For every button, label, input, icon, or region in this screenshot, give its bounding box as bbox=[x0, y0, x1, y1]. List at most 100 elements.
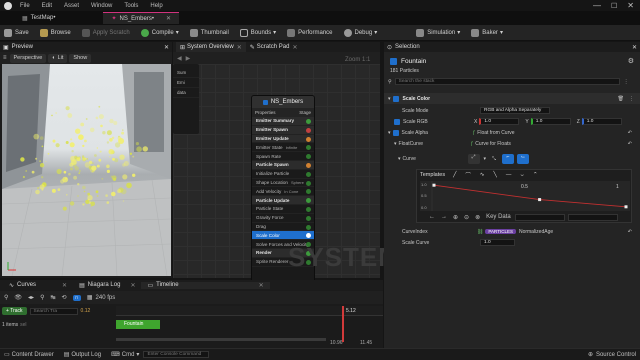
playback-icon[interactable]: ◂▸ bbox=[28, 294, 34, 301]
frame-icon[interactable]: ▦ bbox=[87, 294, 93, 301]
curve-view-button[interactable]: ⌐ bbox=[502, 153, 515, 164]
add-key-icon[interactable]: ⊕ bbox=[453, 214, 458, 221]
snap-icon[interactable]: 👁 bbox=[14, 294, 22, 301]
tab-testmap[interactable]: ▦ TestMap• bbox=[14, 12, 63, 24]
curve-key[interactable] bbox=[432, 183, 436, 187]
module-enable-icon[interactable] bbox=[306, 136, 311, 142]
module-header[interactable]: ▾ Scale Color 🗑 ⋮ bbox=[384, 93, 640, 104]
tab-curves[interactable]: ∿ Curves ✕ bbox=[3, 282, 73, 289]
reset-icon[interactable]: ↶ bbox=[628, 229, 632, 235]
forward-icon[interactable]: ▶ bbox=[186, 55, 191, 62]
curve-view-button-2[interactable]: ⌙ bbox=[517, 153, 530, 164]
add-track-button[interactable]: + Track bbox=[2, 307, 27, 315]
chevron-down-icon[interactable]: ▾ bbox=[484, 156, 487, 162]
prev-key-icon[interactable]: ← bbox=[429, 214, 435, 220]
maximize-icon[interactable]: ☐ bbox=[611, 2, 617, 10]
lit-button[interactable]: ◐ Lit bbox=[48, 53, 68, 63]
template-step-icon[interactable]: ∿ bbox=[480, 172, 485, 178]
emitter-module-row[interactable]: Gravity Force bbox=[252, 214, 314, 223]
emitter-module-row[interactable]: Add Velocity In Cone bbox=[252, 187, 314, 197]
module-enable-icon[interactable] bbox=[306, 189, 311, 195]
console-input[interactable]: Enter Console Command bbox=[143, 351, 210, 358]
flatten-key-icon[interactable]: ⊗ bbox=[475, 214, 480, 221]
content-drawer-button[interactable]: Content Drawer bbox=[12, 352, 54, 358]
template-ease-icon[interactable]: ⌒ bbox=[465, 171, 471, 179]
filter-icon[interactable]: ⚲ bbox=[388, 79, 392, 85]
curve-preset-button[interactable]: ⤢ bbox=[467, 153, 480, 164]
unreal-logo-icon[interactable] bbox=[4, 1, 12, 10]
tab-close-icon[interactable]: ✕ bbox=[166, 15, 171, 22]
template-linear-icon[interactable]: ╱ bbox=[453, 172, 456, 178]
key-value-field[interactable] bbox=[567, 213, 618, 221]
loop-icon[interactable]: ⟲ bbox=[62, 294, 67, 301]
emitter-module-row[interactable]: Drag bbox=[252, 223, 314, 232]
menu-tools[interactable]: Tools bbox=[124, 3, 138, 9]
menu-window[interactable]: Window bbox=[91, 3, 112, 9]
reset-icon[interactable]: ↶ bbox=[628, 130, 632, 136]
module-enable-icon[interactable] bbox=[306, 206, 311, 212]
stage-label[interactable]: Stage bbox=[299, 110, 311, 115]
tab-niagara-log[interactable]: ▤ Niagara Log ✕ bbox=[73, 282, 141, 289]
viewport-menu-icon[interactable]: ≡ bbox=[3, 55, 7, 61]
chevron-down-icon[interactable]: ▾ bbox=[374, 29, 377, 36]
chevron-down-icon[interactable]: ▾ bbox=[457, 29, 460, 36]
menu-asset[interactable]: Asset bbox=[64, 3, 79, 9]
emitter-module-row[interactable]: Emitter State Infinite bbox=[252, 143, 314, 153]
tab-timeline[interactable]: ▭ Timeline ✕ bbox=[141, 281, 270, 289]
scale-mode-dropdown[interactable]: RGB and Alpha Separately bbox=[480, 107, 550, 114]
emitter-stage-header[interactable]: Emitter Spawn bbox=[252, 125, 314, 135]
chevron-down-icon[interactable]: ▾ bbox=[273, 29, 276, 36]
show-button[interactable]: Show bbox=[69, 53, 92, 63]
tab-close-icon[interactable]: ✕ bbox=[62, 282, 67, 289]
simulation-button[interactable]: Simulation ▾ bbox=[412, 26, 464, 40]
scale-alpha-checkbox[interactable] bbox=[392, 129, 399, 136]
frame-value[interactable]: 0.12 bbox=[81, 308, 91, 314]
collapse-arrow-icon[interactable]: ▾ bbox=[388, 96, 391, 102]
float-curve-value[interactable]: Curve for Floats bbox=[475, 141, 511, 147]
curve-plot[interactable]: 1.0 0.5 0.0 0.5 1 bbox=[420, 181, 630, 211]
menu-edit[interactable]: Edit bbox=[42, 3, 52, 9]
track-search-input[interactable]: Search Tra bbox=[29, 307, 78, 315]
emitter-stage-header[interactable]: Emitter Update bbox=[252, 134, 314, 144]
module-enable-icon[interactable] bbox=[306, 119, 311, 124]
tab-close-icon[interactable]: ✕ bbox=[237, 44, 242, 51]
cmd-button[interactable]: Cmd bbox=[122, 352, 135, 358]
scale-rgb-checkbox[interactable] bbox=[394, 118, 400, 125]
trim-icon[interactable]: ↹ bbox=[50, 294, 55, 301]
panel-close-icon[interactable]: ✕ bbox=[632, 44, 637, 51]
thumbnail-button[interactable]: Thumbnail bbox=[186, 26, 233, 40]
baker-button[interactable]: Baker ▾ bbox=[467, 26, 507, 40]
next-key-icon[interactable]: → bbox=[441, 214, 447, 220]
bounds-button[interactable]: Bounds ▾ bbox=[236, 26, 280, 40]
key-icon[interactable]: ⚲ bbox=[4, 294, 8, 301]
menu-file[interactable]: File bbox=[20, 3, 30, 9]
settings-icon[interactable]: ⚙ bbox=[628, 57, 634, 65]
x-field[interactable]: 1.0 bbox=[479, 118, 520, 125]
expand-arrow-icon[interactable]: ▾ bbox=[388, 130, 391, 136]
tab-close-icon[interactable]: ✕ bbox=[292, 44, 297, 51]
emitter-enable-checkbox[interactable] bbox=[262, 99, 268, 105]
curve-fit-icon[interactable]: ⤡ bbox=[492, 156, 496, 162]
template-flat-icon[interactable]: — bbox=[506, 172, 512, 178]
expand-arrow-icon[interactable]: ▾ bbox=[398, 156, 401, 162]
emitter-node-title[interactable]: NS_Embers bbox=[252, 96, 314, 108]
back-icon[interactable]: ◀ bbox=[177, 55, 182, 62]
system-node-item[interactable]: Emi bbox=[173, 78, 199, 88]
module-enable-icon[interactable] bbox=[306, 224, 311, 230]
compile-button[interactable]: Compile ▾ bbox=[137, 26, 183, 40]
template-decay-icon[interactable]: ╲ bbox=[494, 172, 497, 178]
emitter-module-row[interactable]: Scale Color bbox=[252, 231, 314, 241]
performance-button[interactable]: Performance bbox=[283, 26, 336, 40]
key-time-field[interactable] bbox=[514, 213, 565, 221]
playhead-marker[interactable] bbox=[342, 306, 344, 342]
tab-ns-embers[interactable]: ✦ NS_Embers• ✕ bbox=[103, 12, 179, 24]
source-control-button[interactable]: Source Control bbox=[596, 352, 636, 358]
template-spike-icon[interactable]: ⌃ bbox=[533, 172, 538, 178]
y-field[interactable]: 1.0 bbox=[530, 118, 571, 125]
system-node-item[interactable]: Sum bbox=[173, 68, 199, 78]
apply-scratch-button[interactable]: Apply Scratch bbox=[78, 26, 134, 40]
module-enable-checkbox[interactable] bbox=[392, 95, 399, 102]
panel-close-icon[interactable]: ✕ bbox=[164, 44, 169, 51]
tab-close-icon[interactable]: ✕ bbox=[130, 282, 135, 289]
module-enable-icon[interactable] bbox=[306, 127, 311, 133]
